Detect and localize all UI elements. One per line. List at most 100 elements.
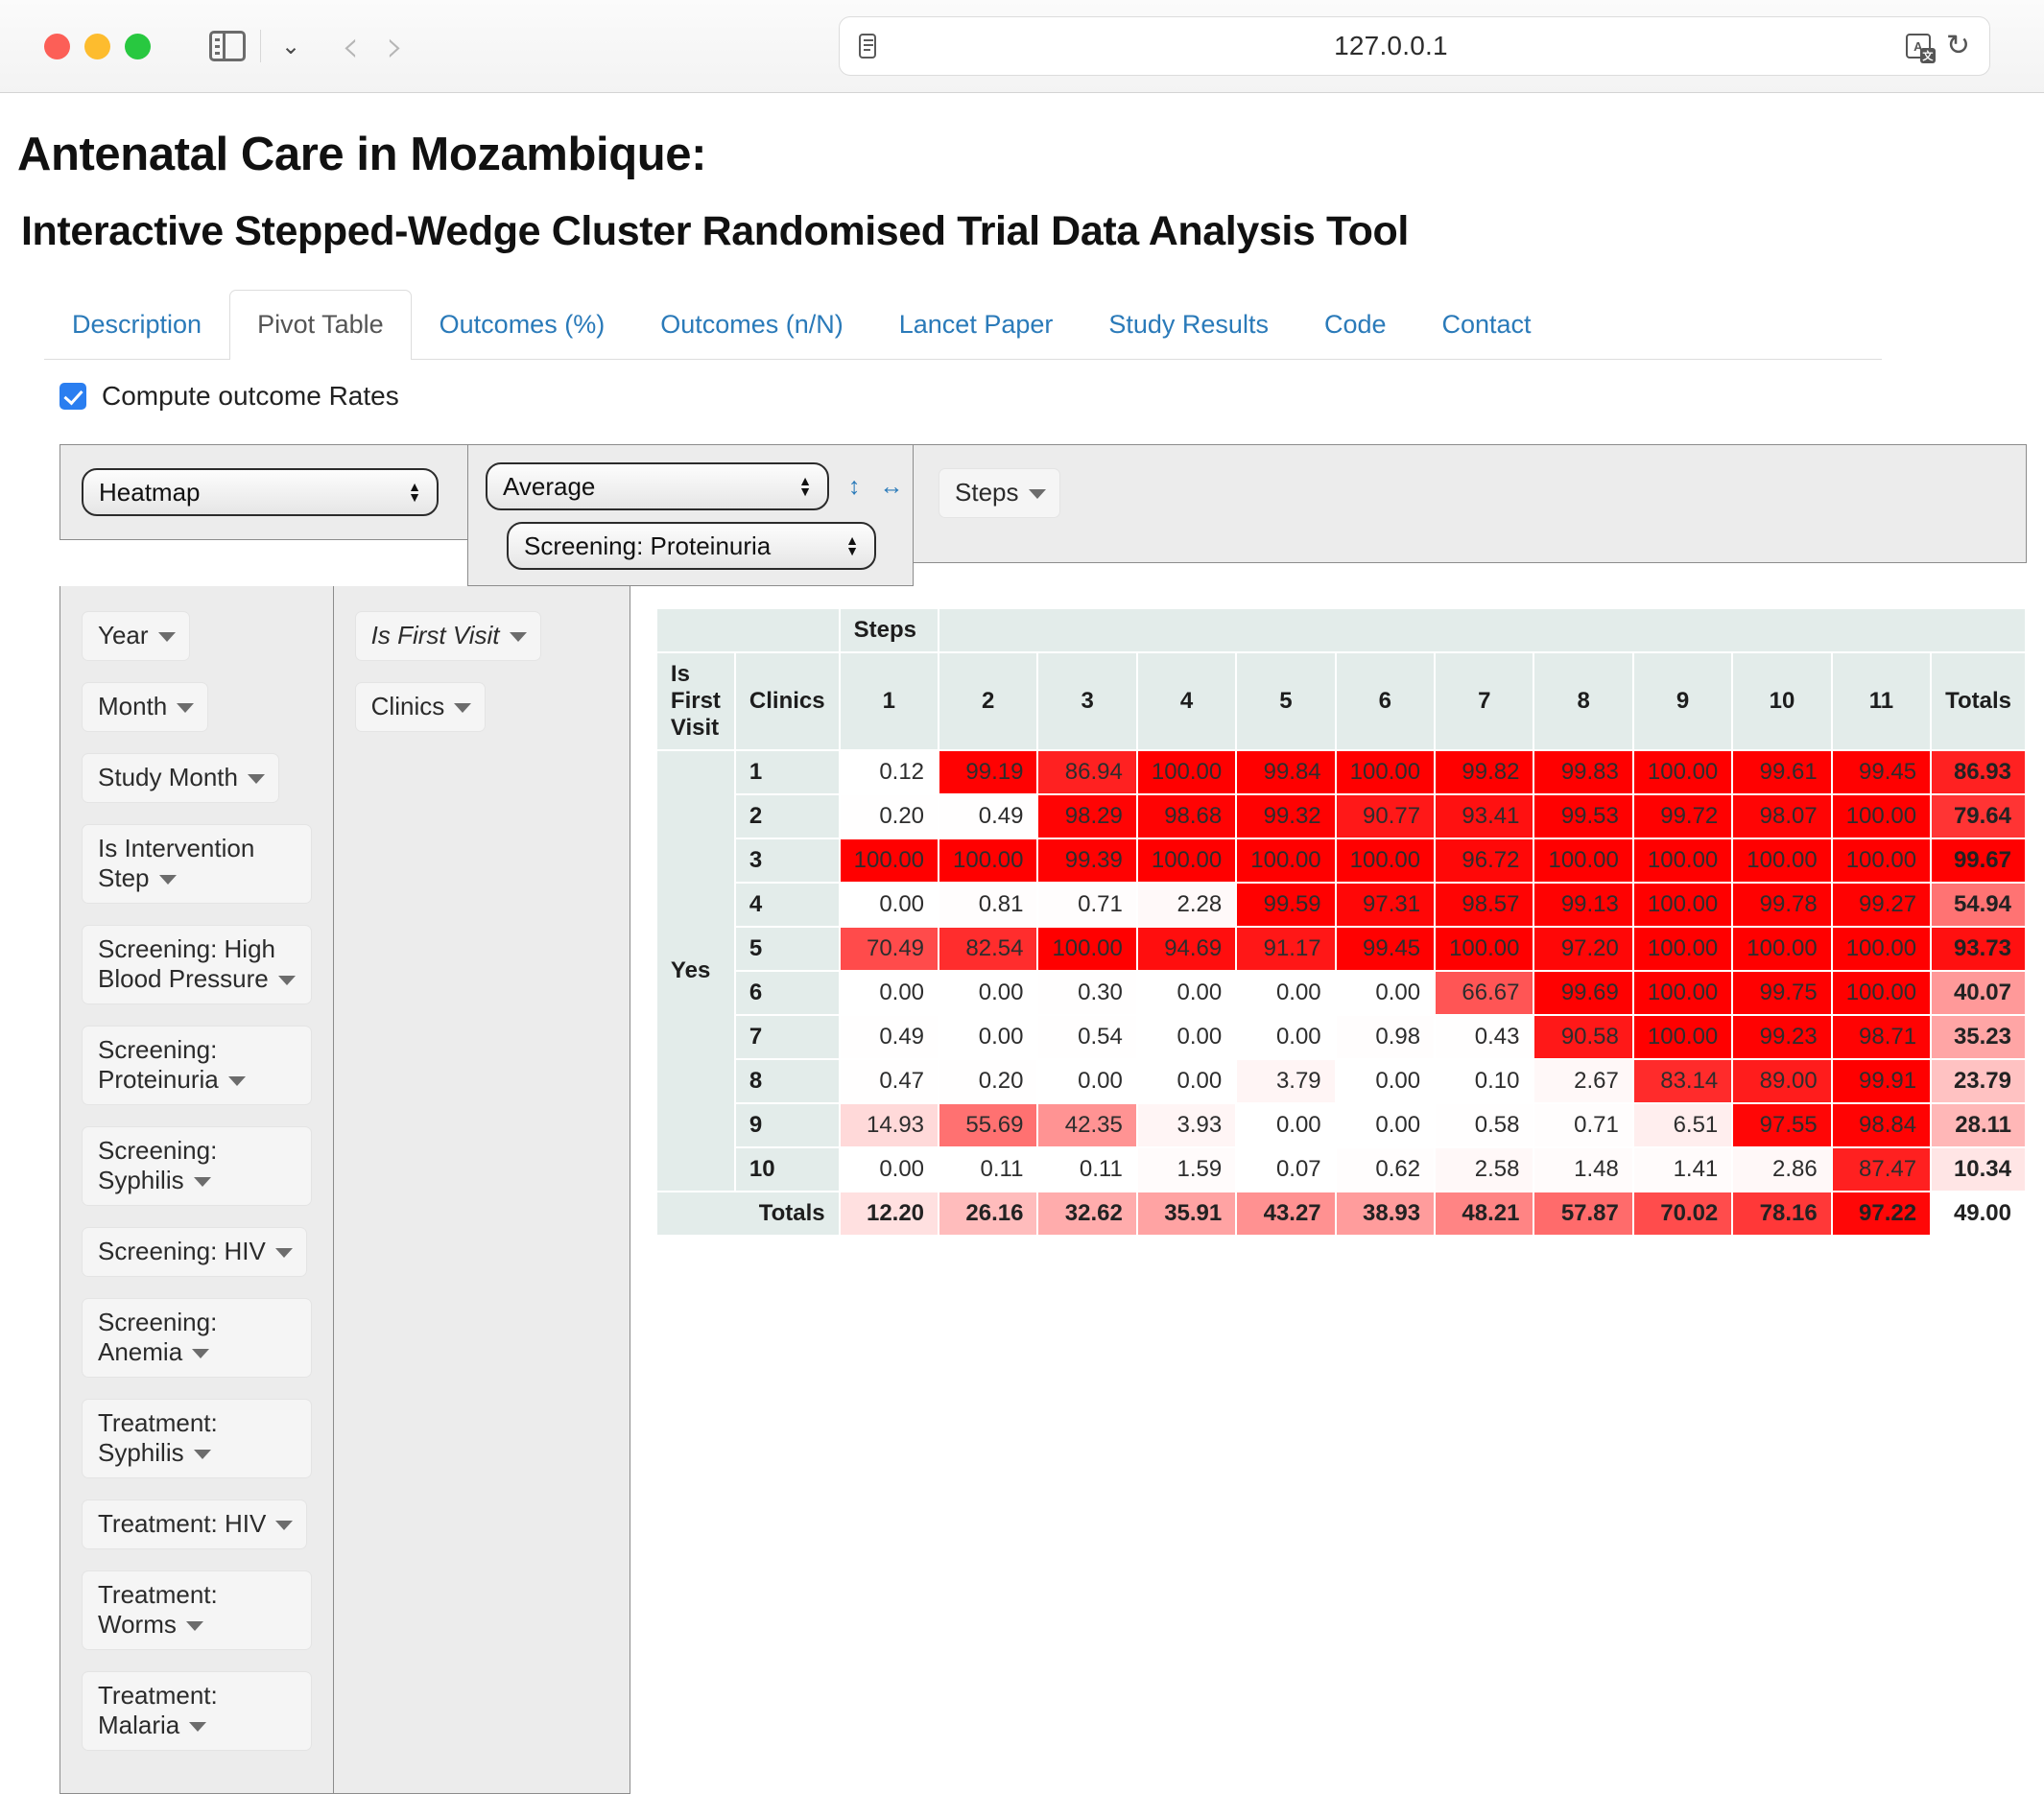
- row-field-is-first-visit[interactable]: Is First Visit: [354, 611, 541, 661]
- chevron-down-icon: [454, 703, 472, 714]
- reader-view-icon[interactable]: [859, 34, 876, 59]
- reload-icon[interactable]: ↻: [1946, 32, 1970, 60]
- field-study-month[interactable]: Study Month: [82, 753, 279, 803]
- tab-study-results[interactable]: Study Results: [1081, 290, 1296, 359]
- attribute-select[interactable]: Screening: Proteinuria: [507, 522, 876, 570]
- cell-c8-s10: 89.00: [1733, 1060, 1831, 1102]
- cell-c9-s11: 98.84: [1832, 1104, 1931, 1146]
- cell-c6-s6: 0.00: [1336, 972, 1435, 1014]
- tab-pivot-table[interactable]: Pivot Table: [229, 290, 412, 360]
- sidebar-toggle-button[interactable]: [206, 27, 249, 65]
- tab-code[interactable]: Code: [1296, 290, 1414, 359]
- chevron-down-icon: [158, 875, 177, 885]
- table-row: 7 0.49 0.00 0.54 0.00 0.00 0.98 0.43 90.58 100.00…: [657, 1016, 2025, 1058]
- tab-lancet-paper[interactable]: Lancet Paper: [871, 290, 1081, 359]
- field-year[interactable]: Year: [82, 611, 190, 661]
- chevron-down-icon: [274, 1248, 293, 1259]
- tab-description[interactable]: Description: [44, 290, 229, 359]
- cell-c3-s3: 99.39: [1038, 839, 1136, 882]
- row-header-clinic-4: 4: [735, 884, 839, 926]
- navigation-buttons: ‹ ›: [342, 24, 404, 68]
- page-subtitle: Interactive Stepped-Wedge Cluster Random…: [21, 208, 1409, 254]
- field-month[interactable]: Month: [82, 682, 209, 732]
- aggregator-select-wrap[interactable]: Average ▲ ▼: [486, 462, 829, 510]
- cell-c6-s5: 0.00: [1237, 972, 1335, 1014]
- pivot-output-pane: Steps Is First Visit Clinics 1 2 3 4 5 6 7 8 9 10…: [630, 586, 2027, 1794]
- pivot-control-strip: Heatmap ▲ ▼ Average ▲ ▼ ↕ ↔ Screening: P…: [59, 444, 2027, 586]
- minimize-window-button[interactable]: [84, 33, 110, 59]
- cell-c3-s6: 100.00: [1336, 839, 1435, 882]
- field-is-intervention-step[interactable]: Is Intervention Step: [82, 824, 312, 904]
- cell-c10-s2: 0.11: [939, 1148, 1037, 1191]
- column-header-10: 10: [1733, 653, 1831, 749]
- tab-outcomes-nn[interactable]: Outcomes (n/N): [632, 290, 871, 359]
- tab-contact[interactable]: Contact: [1414, 290, 1559, 359]
- horizontal-resize-icon[interactable]: ↔: [880, 473, 904, 501]
- toolbar-divider: [260, 30, 261, 62]
- row-field-clinics[interactable]: Clinics: [354, 682, 487, 732]
- column-fields-dropzone[interactable]: Steps: [914, 444, 2027, 563]
- chevron-down-icon[interactable]: ⌄: [274, 30, 307, 62]
- cell-c6-s8: 99.69: [1534, 972, 1632, 1014]
- cell-c4-s5: 99.59: [1237, 884, 1335, 926]
- column-total-s6: 38.93: [1336, 1192, 1435, 1235]
- field-treatment-malaria[interactable]: Treatment: Malaria: [82, 1671, 312, 1751]
- row-field-label: Is First Visit: [370, 621, 500, 649]
- cell-c3-s9: 100.00: [1633, 839, 1732, 882]
- address-bar[interactable]: 127.0.0.1 A ↻: [839, 16, 1990, 76]
- close-window-button[interactable]: [44, 33, 70, 59]
- field-screening-hiv[interactable]: Screening: HIV: [82, 1227, 307, 1277]
- renderer-select-wrap[interactable]: Heatmap ▲ ▼: [82, 468, 439, 516]
- cell-c10-s9: 1.41: [1633, 1148, 1732, 1191]
- col-field-steps[interactable]: Steps: [939, 468, 1060, 518]
- cell-c2-s5: 99.32: [1237, 795, 1335, 838]
- table-row: 6 0.00 0.00 0.30 0.00 0.00 0.00 66.67 99.69 100.0…: [657, 972, 2025, 1014]
- chevron-down-icon: [275, 1521, 294, 1531]
- cell-c6-s3: 0.30: [1038, 972, 1136, 1014]
- totals-row-label: Totals: [656, 1192, 839, 1235]
- cell-c9-s9: 6.51: [1633, 1104, 1732, 1146]
- compute-rates-checkbox[interactable]: [59, 383, 86, 410]
- vertical-resize-icon[interactable]: ↕: [848, 473, 861, 501]
- field-label: Is Intervention Step: [98, 834, 255, 892]
- cell-c9-s2: 55.69: [939, 1104, 1037, 1146]
- cell-c4-s8: 99.13: [1534, 884, 1632, 926]
- field-screening-syphilis[interactable]: Screening: Syphilis: [82, 1126, 312, 1206]
- window-controls: [44, 33, 151, 59]
- field-screening-anemia[interactable]: Screening: Anemia: [82, 1298, 312, 1378]
- column-total-s7: 48.21: [1436, 1192, 1533, 1235]
- unused-fields-pane[interactable]: Year Month Study Month Is Intervention S…: [59, 586, 333, 1794]
- cell-c4-s10: 99.78: [1733, 884, 1831, 926]
- forward-button[interactable]: ›: [386, 24, 403, 68]
- compute-rates-row[interactable]: Compute outcome Rates: [59, 381, 2027, 412]
- tab-bar: Description Pivot Table Outcomes (%) Out…: [44, 290, 1882, 360]
- field-label: Study Month: [98, 763, 238, 791]
- col-field-label: Steps: [955, 478, 1019, 507]
- column-header-3: 3: [1038, 653, 1136, 749]
- maximize-window-button[interactable]: [125, 33, 151, 59]
- aggregator-select[interactable]: Average: [486, 462, 829, 510]
- attribute-select-wrap[interactable]: Screening: Proteinuria ▲ ▼: [507, 522, 876, 570]
- row-total-c8: 23.79: [1932, 1060, 2025, 1102]
- renderer-select[interactable]: Heatmap: [82, 468, 439, 516]
- row-fields-dropzone[interactable]: Is First Visit Clinics: [332, 586, 630, 1794]
- cell-c9-s6: 0.00: [1336, 1104, 1435, 1146]
- cell-c8-s5: 3.79: [1237, 1060, 1335, 1102]
- row-total-c3: 99.67: [1932, 839, 2025, 882]
- tab-outcomes-pct[interactable]: Outcomes (%): [412, 290, 633, 359]
- cell-c7-s4: 0.00: [1137, 1016, 1236, 1058]
- column-header-2: 2: [939, 653, 1037, 749]
- field-screening-proteinuria[interactable]: Screening: Proteinuria: [82, 1026, 312, 1105]
- field-screening-high-blood-pressure[interactable]: Screening: High Blood Pressure: [82, 925, 312, 1004]
- field-treatment-syphilis[interactable]: Treatment: Syphilis: [82, 1399, 312, 1478]
- table-row: 5 70.49 82.54 100.00 94.69 91.17 99.45 100.00 97…: [657, 928, 2025, 970]
- chevron-down-icon: [227, 1076, 246, 1087]
- cell-c8-s4: 0.00: [1137, 1060, 1236, 1102]
- pivot-table-head: Steps Is First Visit Clinics 1 2 3 4 5 6 7 8 9 10…: [656, 609, 2025, 749]
- cell-c2-s6: 90.77: [1336, 795, 1435, 838]
- back-button[interactable]: ‹: [342, 24, 359, 68]
- field-treatment-worms[interactable]: Treatment: Worms: [82, 1570, 312, 1650]
- table-row: 3 100.00 100.00 99.39 100.00 100.00 100.00 96.7…: [657, 839, 2025, 882]
- field-treatment-hiv[interactable]: Treatment: HIV: [82, 1499, 308, 1549]
- translate-icon[interactable]: A: [1905, 34, 1936, 63]
